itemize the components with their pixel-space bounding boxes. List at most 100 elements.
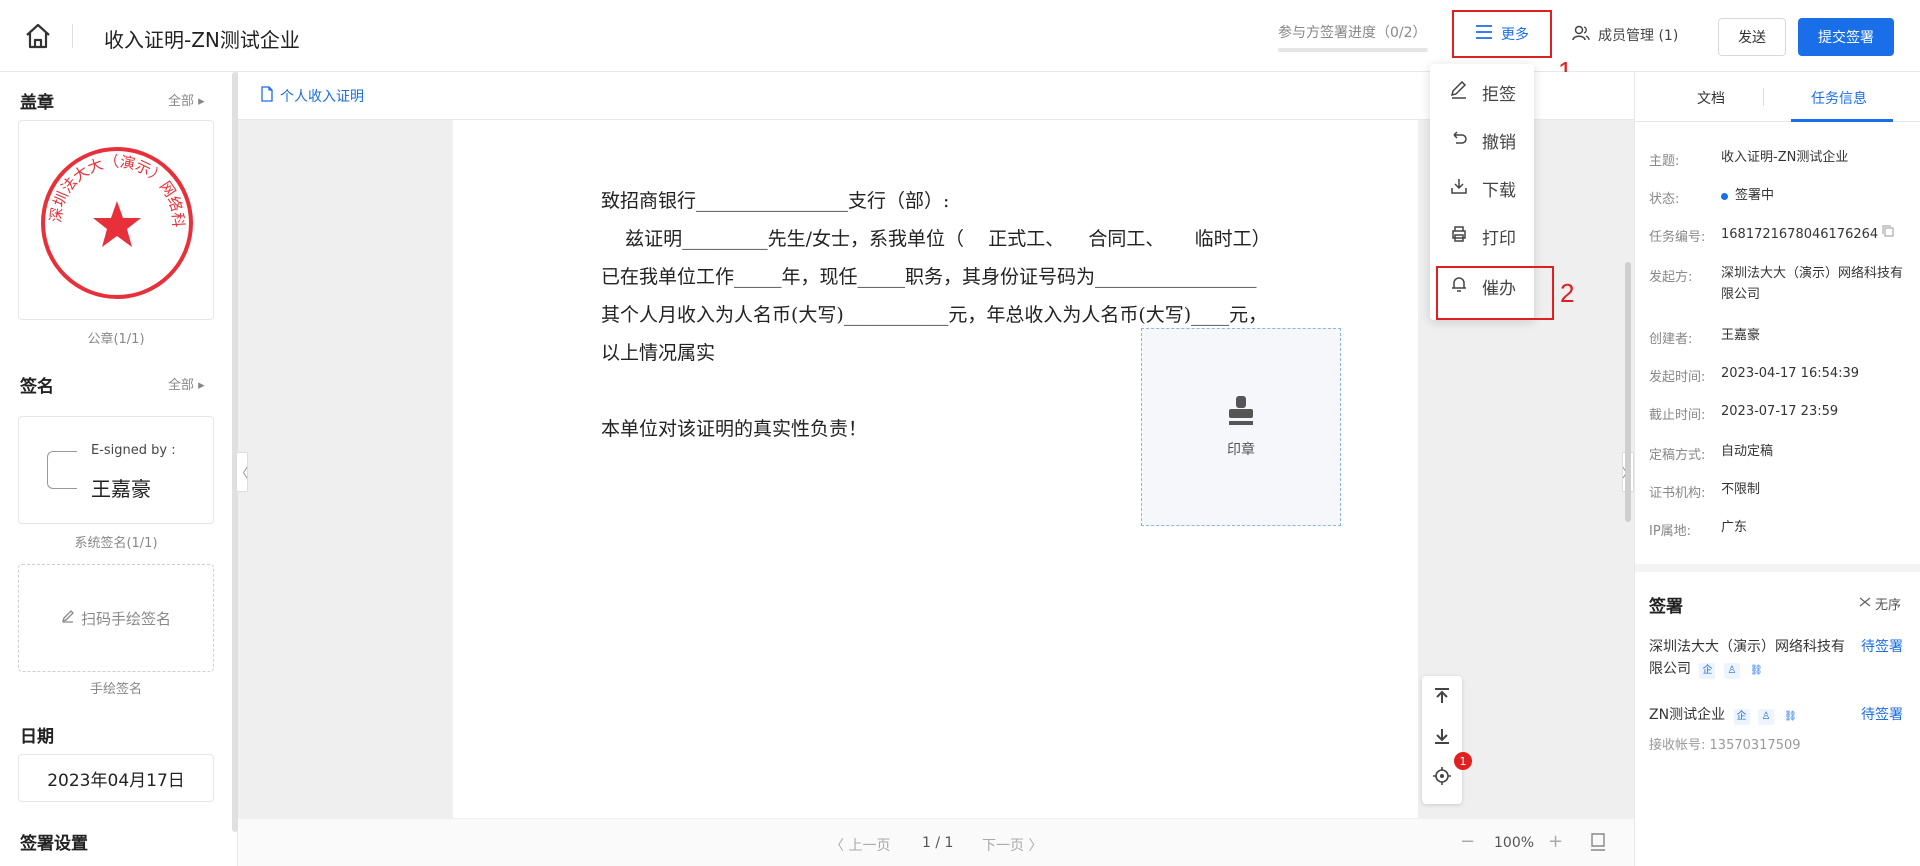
info-ip: 广东 <box>1721 520 1748 535</box>
scan-sign-label: 扫码手绘签名 <box>80 609 171 628</box>
info-subject: 收入证明-ZN测试企业 <box>1721 150 1849 165</box>
company-seal-card[interactable]: 深圳法大大（演示）网络科技有限公司 <box>11 107 214 320</box>
signature-all-link[interactable]: 全部 ▸ <box>168 374 205 393</box>
seal-caption: 公章(1/1) <box>87 332 145 347</box>
scan-hand-sign-button[interactable]: 扫码手绘签名 <box>18 564 214 672</box>
status-text: 签署中 <box>1735 188 1775 203</box>
left-sidebar: 盖章 全部 ▸ 深圳法大大（演示）网络科技有限公司 公章(1/1) 签名 全部 … <box>0 72 238 866</box>
account-label: 接收帐号: <box>1649 738 1706 753</box>
more-label: 更多 <box>1501 27 1529 43</box>
annotation-number-2: 2 <box>1560 278 1575 308</box>
menu-item-label: 下载 <box>1482 180 1516 201</box>
prev-page-button[interactable]: 〈 上一页 <box>830 835 890 855</box>
stamp-label: 印章 <box>1227 442 1255 458</box>
info-label-start-time: 发起时间: <box>1649 370 1706 385</box>
scroll-top-icon[interactable] <box>1422 676 1462 716</box>
zoom-out-button[interactable]: − <box>1460 831 1475 852</box>
info-label-finalize: 定稿方式: <box>1649 448 1706 463</box>
tab-divider <box>1763 88 1764 106</box>
submit-sign-button[interactable]: 提交签署 <box>1798 18 1894 56</box>
page-indicator: 1 / 1 <box>922 835 954 851</box>
system-signature-card[interactable]: E-signed by : 王嘉豪 <box>18 416 214 524</box>
party-1-name-line2: 限公司 <box>1649 661 1691 678</box>
document-tab[interactable]: 个人收入证明 <box>260 86 364 106</box>
person-icon: ♙ <box>1757 709 1774 725</box>
tab-task-info[interactable]: 任务信息 <box>1811 88 1867 108</box>
document-icon <box>260 86 274 106</box>
signer-party-2: ZN测试企业 企 ♙ ⛓ <box>1649 704 1798 726</box>
order-toggle[interactable]: 无序 <box>1859 594 1901 613</box>
task-id-text: 1681721678046176264 <box>1721 226 1879 242</box>
party-1-name-line2-row: 限公司 企 ♙ ⛓ <box>1649 658 1845 680</box>
system-signature-caption: 系统签名(1/1) <box>74 536 158 551</box>
date-field[interactable]: 2023年04月17日 <box>18 754 214 802</box>
menu-item-label: 打印 <box>1482 228 1516 249</box>
shuffle-icon <box>1859 596 1871 612</box>
esigned-label: E-signed by : <box>91 443 176 458</box>
signature-section-title: 签名 <box>20 377 54 397</box>
info-label-deadline: 截止时间: <box>1649 408 1706 423</box>
home-icon[interactable] <box>22 20 54 52</box>
page-bottom-bar: 〈 上一页 1 / 1 下一页 〉 − 100% + <box>238 818 1634 866</box>
info-label-subject: 主题: <box>1649 154 1680 169</box>
more-button[interactable]: 更多 <box>1452 10 1552 58</box>
next-page-button[interactable]: 下一页 〉 <box>982 835 1042 855</box>
document-tab-label: 个人收入证明 <box>280 89 364 105</box>
info-finalize: 自动定稿 <box>1721 444 1774 459</box>
doc-line-3: 已在我单位工作_____年，现任_____职务，其身份证号码为_________… <box>601 266 1257 288</box>
menu-item-download[interactable]: 下载 <box>1430 166 1534 210</box>
page-title: 收入证明-ZN测试企业 <box>104 28 300 52</box>
doc-line-6: 本单位对该证明的真实性负责！ <box>601 418 868 440</box>
send-button[interactable]: 发送 <box>1718 18 1786 56</box>
sign-progress-label: 参与方签署进度（0/2） <box>1278 25 1427 41</box>
enterprise-icon: 企 <box>1733 709 1750 725</box>
document-scrollbar[interactable] <box>1625 262 1631 522</box>
menu-item-label: 拒签 <box>1482 84 1516 105</box>
users-icon <box>1572 24 1590 46</box>
member-label: 成员管理 (1) <box>1598 28 1679 44</box>
tab-document[interactable]: 文档 <box>1697 88 1725 108</box>
header-divider <box>72 24 73 48</box>
party-1-status[interactable]: 待签署 <box>1861 636 1903 656</box>
stamp-placeholder[interactable]: 印章 <box>1141 328 1341 526</box>
menu-item-label: 撤销 <box>1482 132 1516 153</box>
company-seal-icon: 深圳法大大（演示）网络科技有限公司 <box>11 107 193 299</box>
copy-icon[interactable] <box>1882 224 1894 245</box>
info-creator: 王嘉豪 <box>1721 328 1761 343</box>
fit-page-icon[interactable] <box>1590 833 1606 855</box>
info-ca: 不限制 <box>1721 482 1761 497</box>
info-label-initiator: 发起方: <box>1649 270 1693 285</box>
seal-all-link[interactable]: 全部 ▸ <box>168 90 205 109</box>
info-label-ip: IP属地: <box>1649 524 1692 539</box>
info-label-status: 状态: <box>1649 192 1680 207</box>
info-deadline: 2023-07-17 23:59 <box>1721 404 1839 419</box>
menu-item-revoke[interactable]: 撤销 <box>1430 118 1534 162</box>
info-status: 签署中 <box>1721 186 1913 207</box>
info-label-task-id: 任务编号: <box>1649 230 1706 245</box>
collapse-left-button[interactable]: 〈 <box>236 452 248 492</box>
doc-line-1: 致招商银行________________支行（部）: <box>601 190 950 212</box>
info-start-time: 2023-04-17 16:54:39 <box>1721 366 1860 381</box>
zoom-level: 100% <box>1494 835 1535 851</box>
sign-progress-bar <box>1278 48 1428 52</box>
undo-icon <box>1450 129 1468 152</box>
right-tabbar: 文档 任务信息 <box>1635 72 1920 122</box>
doc-line-4: 其个人月收入为人名币(大写)___________元，年总收入为人名币(大写)_… <box>601 304 1268 326</box>
account-value: 13570317509 <box>1709 738 1801 753</box>
document-viewer: 个人收入证明 致招商银行________________支行（部）: 兹证明__… <box>236 72 1634 866</box>
party-2-status[interactable]: 待签署 <box>1861 704 1903 724</box>
info-label-creator: 创建者: <box>1649 332 1693 347</box>
pen-icon <box>61 609 75 627</box>
right-panel: 文档 任务信息 主题: 收入证明-ZN测试企业 状态: 签署中 任务编号: 16… <box>1634 72 1920 866</box>
menu-item-reject[interactable]: 拒签 <box>1430 70 1534 114</box>
menu-item-print[interactable]: 打印 <box>1430 214 1534 258</box>
scroll-bottom-icon[interactable] <box>1422 716 1462 756</box>
zoom-in-button[interactable]: + <box>1548 831 1563 852</box>
locate-badge: 1 <box>1454 752 1472 770</box>
order-label: 无序 <box>1875 598 1902 613</box>
tab-active-underline <box>1791 119 1893 122</box>
link-icon[interactable]: ⛓ <box>1748 663 1764 679</box>
member-management-button[interactable]: 成员管理 (1) <box>1572 24 1678 46</box>
link-icon[interactable]: ⛓ <box>1782 709 1798 725</box>
stamp-icon <box>1226 395 1256 431</box>
